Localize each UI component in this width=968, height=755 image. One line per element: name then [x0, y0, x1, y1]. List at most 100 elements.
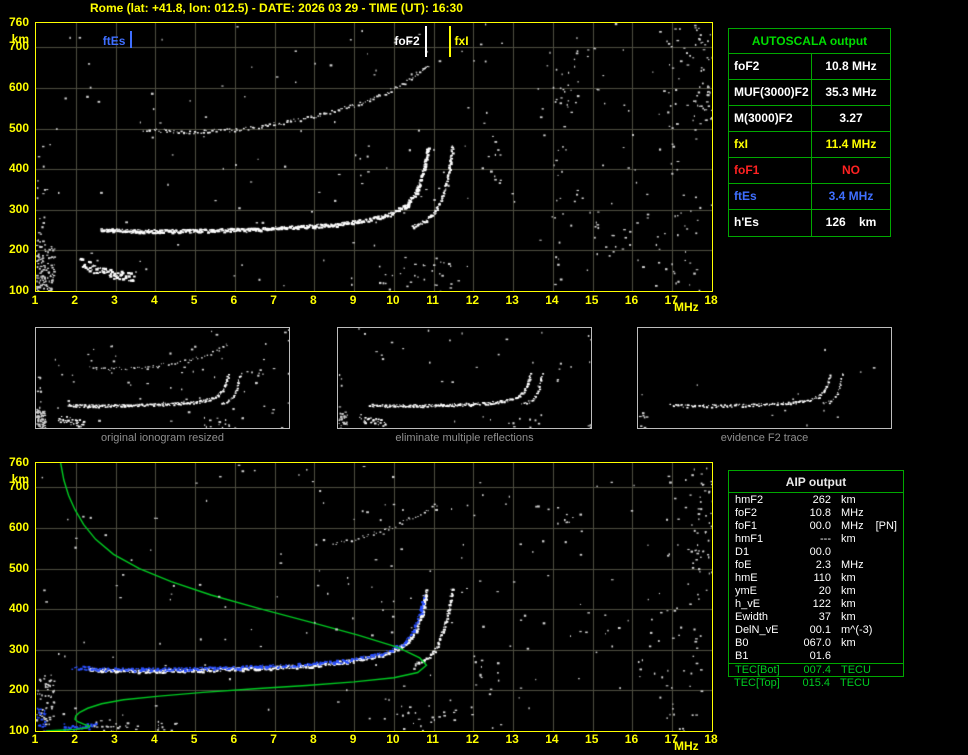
param-name: DelN_vE [735, 624, 779, 636]
x-axis-tick-label: 6 [230, 732, 238, 746]
x-axis-tick-label: 10 [386, 293, 400, 307]
param-unit: TECU [840, 677, 870, 689]
param-unit: MHz [841, 559, 864, 571]
thumbnail-caption: eliminate multiple reflections [395, 432, 534, 444]
param-name: B1 [735, 650, 749, 662]
param-name: TEC[Top] [734, 677, 780, 689]
x-axis-tick-label: 4 [150, 732, 158, 746]
foF2-marker-line [424, 26, 427, 57]
thumbnail-original-ionogram [35, 327, 290, 429]
x-axis-tick-label: 8 [310, 293, 317, 307]
fxI-marker-label: fxI [454, 34, 469, 48]
fxI-marker-line [448, 26, 451, 57]
x-axis-tick-label: 3 [111, 293, 118, 307]
param-value: 015.4 [802, 677, 830, 689]
x-axis-tick-label: 16 [624, 293, 639, 307]
param-unit: km [841, 585, 856, 597]
x-axis-tick-label: 1 [31, 732, 39, 746]
x-axis-tick-label: 13 [505, 732, 519, 746]
table-row: foF1 00.0 MHz [PN] [729, 520, 903, 533]
param-name: ftEs [729, 184, 812, 209]
param-value: 110 [813, 572, 831, 584]
ftEs-marker-label: ftEs [102, 34, 126, 48]
param-name: foF2 [729, 54, 812, 79]
param-value: 37 [818, 611, 831, 623]
table-row: M(3000)F2 3.27 [729, 106, 890, 132]
x-axis-tick-label: 1 [31, 293, 39, 307]
x-axis-tick-label: 2 [71, 732, 79, 746]
thumbnail-f2-trace [637, 327, 892, 429]
x-axis-tick-label: 8 [310, 732, 317, 746]
param-name: MUF(3000)F2 [729, 80, 812, 105]
param-value: 00.0 [809, 520, 831, 532]
param-value: 20 [818, 585, 831, 597]
param-value: NO [842, 163, 860, 177]
param-unit: km [841, 572, 856, 584]
x-axis-tick-label: 14 [545, 293, 559, 307]
x-axis-tick-label: 5 [190, 293, 198, 307]
x-axis-tick-label: 15 [585, 293, 599, 307]
thumbnail-canvas-reflections [338, 328, 591, 428]
x-axis-tick-label: 12 [465, 293, 480, 307]
thumbnail-canvas-original [36, 328, 289, 428]
ionogram-plot-panel: ftEs foF2 fxI [35, 22, 713, 292]
param-value: 3.27 [839, 111, 863, 125]
aip-output-table: AIP output hmF2 262 km foF2 10.8 MHz foF1 00.0 M… [728, 470, 904, 690]
y-axis-unit-label: km [11, 472, 29, 486]
y-axis-tick-label: 500 [8, 560, 29, 575]
y-axis-tick-label: 200 [8, 242, 29, 257]
param-name: hmE [735, 572, 758, 584]
param-name: foF2 [735, 507, 758, 519]
foF2-marker-label: foF2 [394, 34, 420, 48]
param-unit: km [841, 598, 856, 610]
param-value: 126 km [825, 215, 877, 229]
ionogram-canvas [36, 23, 712, 291]
param-name: foE [735, 559, 752, 571]
param-value: 35.3 MHz [825, 85, 877, 99]
param-value: 122 [812, 598, 831, 610]
param-value: 067.0 [803, 637, 831, 649]
param-value: 2.3 [815, 559, 831, 571]
table-row: h_vE 122 km [729, 598, 903, 611]
x-axis-tick-label: 18 [704, 293, 718, 307]
autoscala-table-rows: foF2 10.8 MHz MUF(3000)F2 35.3 MHz M(3000)F2… [729, 54, 890, 236]
x-axis-tick-label: 18 [704, 732, 718, 746]
param-name: ymE [735, 585, 757, 597]
param-name: D1 [735, 546, 750, 558]
aip-table-rows: hmF2 262 km foF2 10.8 MHz foF1 00.0 MHz [PN] hmF1 -… [729, 493, 903, 676]
table-row: fxI 11.4 MHz [729, 132, 890, 158]
y-axis-tick-label: 300 [8, 201, 29, 216]
param-name: TEC[Bot] [735, 664, 780, 676]
param-name: foF1 [729, 158, 812, 183]
x-axis-tick-label: 13 [505, 293, 519, 307]
table-row: foF2 10.8 MHz [729, 507, 903, 520]
param-name: B0 [735, 637, 749, 649]
y-axis-tick-label: 400 [8, 161, 29, 176]
x-axis-tick-label: 9 [349, 732, 357, 746]
y-axis-tick-label: 600 [8, 519, 29, 534]
x-axis-tick-label: 11 [426, 732, 439, 746]
table-row: foE 2.3 MHz [729, 559, 903, 572]
table-row: D1 00.0 [729, 546, 903, 559]
thumbnail-canvas-f2trace [638, 328, 891, 428]
param-value: 00.0 [809, 546, 831, 558]
param-value: 01.6 [809, 650, 831, 662]
x-axis-tick-label: 15 [585, 732, 599, 746]
param-name: foF1 [735, 520, 758, 532]
x-axis-tick-label: 14 [545, 732, 559, 746]
table-row: foF1 NO [729, 158, 890, 184]
thumbnail-caption: evidence F2 trace [720, 432, 809, 444]
x-axis-tick-label: 3 [111, 732, 118, 746]
x-axis-tick-label: 6 [230, 293, 238, 307]
ftEs-marker-line [130, 31, 133, 48]
param-name: hmF2 [735, 494, 764, 506]
param-unit: MHz [841, 520, 864, 532]
param-name: M(3000)F2 [729, 106, 812, 131]
param-value: 00.1 [809, 624, 831, 636]
y-axis-unit-label: km [11, 32, 29, 46]
x-axis-tick-label: 7 [270, 293, 277, 307]
table-row: TEC[Bot] 007.4 TECU [729, 663, 903, 676]
table-row: MUF(3000)F2 35.3 MHz [729, 80, 890, 106]
y-axis-tick-label: 600 [8, 79, 29, 94]
profile-plot-panel [35, 462, 713, 732]
